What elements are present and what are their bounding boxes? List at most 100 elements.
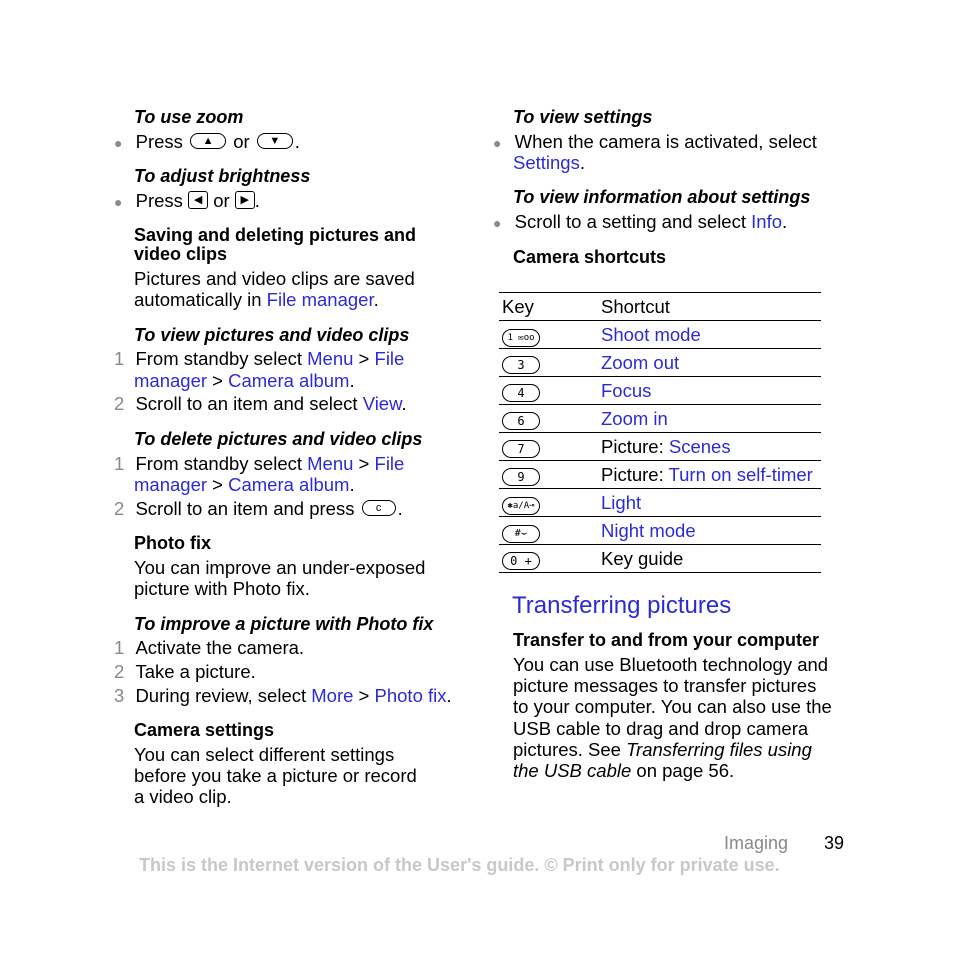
- list-item: ● Scroll to a setting and select Info.: [493, 211, 788, 232]
- file-link[interactable]: File: [375, 348, 405, 369]
- left-key-icon: ◀: [188, 191, 209, 210]
- heading-camera-shortcuts: Camera shortcuts: [513, 247, 667, 267]
- key-6-icon: 6: [502, 411, 540, 430]
- page-number: 39: [824, 833, 845, 853]
- info-link[interactable]: Info: [751, 211, 782, 232]
- list-item: ● Press ◀ or ▶.: [114, 190, 260, 211]
- step-item: 1 From standby select Menu > File: [114, 453, 405, 474]
- paragraph: You can use Bluetooth technology and: [513, 654, 829, 675]
- paragraph: before you take a picture or record: [134, 765, 417, 786]
- paragraph: You can improve an under-exposed: [134, 557, 426, 578]
- table-row: 6 Zoom in: [499, 404, 821, 433]
- light-link[interactable]: Light: [601, 492, 641, 513]
- key-1-icon: 1 ✉oo: [502, 328, 540, 347]
- bullet-icon: ●: [114, 194, 123, 210]
- paragraph: pictures. See Transferring files using: [513, 739, 812, 760]
- heading-view-settings: To view settings: [513, 107, 653, 127]
- down-key-icon: ▼: [256, 133, 293, 150]
- heading-saving-cont: video clips: [134, 244, 228, 264]
- step-item-cont: manager > Camera album.: [134, 370, 355, 391]
- night-mode-link[interactable]: Night mode: [601, 520, 696, 541]
- table-row: #⌣ Night mode: [499, 516, 821, 545]
- more-link[interactable]: More: [311, 685, 353, 706]
- heading-view-clips: To view pictures and video clips: [134, 325, 410, 345]
- heading-saving: Saving and deleting pictures and: [134, 225, 417, 245]
- table-row: 1 ✉oo Shoot mode: [499, 320, 821, 349]
- paragraph: You can select different settings: [134, 744, 395, 765]
- running-header-section: Imaging: [724, 833, 789, 853]
- heading-transfer-computer: Transfer to and from your computer: [513, 630, 820, 650]
- right-key-icon: ▶: [234, 191, 255, 210]
- usb-transfer-reference-cont: the USB cable: [513, 760, 632, 781]
- step-item: 2 Take a picture.: [114, 661, 256, 682]
- paragraph: USB cable to drag and drop camera: [513, 718, 809, 739]
- shoot-mode-link[interactable]: Shoot mode: [601, 324, 701, 345]
- step-item: 2 Scroll to an item and select View.: [114, 393, 407, 414]
- section-title-transferring: Transferring pictures: [512, 592, 732, 619]
- bullet-icon: ●: [114, 135, 123, 151]
- col-shortcut-header: Shortcut: [601, 292, 821, 321]
- paragraph: Pictures and video clips are saved: [134, 268, 415, 289]
- step-item: 2 Scroll to an item and press c.: [114, 498, 403, 519]
- self-timer-link[interactable]: Turn on self-timer: [669, 464, 813, 485]
- photo-fix-link[interactable]: Photo fix: [375, 685, 447, 706]
- key-star-icon: ✱a/A⊸: [502, 496, 540, 515]
- shortcuts-table: Key Shortcut 1 ✉oo Shoot mode 3 Zoom out…: [499, 292, 821, 573]
- heading-view-info: To view information about settings: [513, 187, 811, 207]
- list-item-cont: Settings.: [513, 152, 585, 173]
- table-row: 7 Picture: Scenes: [499, 432, 821, 461]
- key-3-icon: 3: [502, 355, 540, 374]
- camera-album-link[interactable]: Camera album: [228, 474, 349, 495]
- key-guide-text: Key guide: [601, 547, 684, 569]
- file-manager-link[interactable]: File manager: [267, 289, 374, 310]
- file-link[interactable]: File: [375, 453, 405, 474]
- key-7-icon: 7: [502, 439, 540, 458]
- c-key-icon: c: [361, 500, 396, 517]
- menu-link[interactable]: Menu: [307, 348, 353, 369]
- paragraph: a video clip.: [134, 786, 232, 807]
- key-0-icon: 0 +: [502, 551, 540, 570]
- up-key-icon: ▲: [190, 133, 227, 150]
- manager-link[interactable]: manager: [134, 474, 207, 495]
- table-row: 0 + Key guide: [499, 544, 821, 573]
- table-header-row: Key Shortcut: [499, 292, 821, 321]
- col-key-header: Key: [499, 292, 601, 321]
- usb-transfer-reference: Transferring files using: [626, 739, 812, 760]
- zoom-out-link[interactable]: Zoom out: [601, 352, 679, 373]
- zoom-in-link[interactable]: Zoom in: [601, 408, 668, 429]
- key-9-icon: 9: [502, 467, 540, 486]
- settings-link[interactable]: Settings: [513, 152, 580, 173]
- heading-use-zoom: To use zoom: [134, 107, 244, 127]
- view-link[interactable]: View: [363, 393, 402, 414]
- paragraph: automatically in File manager.: [134, 289, 379, 310]
- manager-link[interactable]: manager: [134, 370, 207, 391]
- heading-adjust-brightness: To adjust brightness: [134, 166, 311, 186]
- paragraph: picture messages to transfer pictures: [513, 675, 817, 696]
- table-row: ✱a/A⊸ Light: [499, 488, 821, 517]
- heading-camera-settings: Camera settings: [134, 720, 275, 740]
- key-hash-icon: #⌣: [502, 524, 540, 543]
- heading-improve-picture: To improve a picture with Photo fix: [134, 614, 434, 634]
- paragraph: the USB cable on page 56.: [513, 760, 735, 781]
- table-row: 3 Zoom out: [499, 348, 821, 377]
- footer-notice: This is the Internet version of the User…: [139, 855, 780, 875]
- heading-photo-fix: Photo fix: [134, 533, 211, 553]
- table-row: 9 Picture: Turn on self-timer: [499, 460, 821, 489]
- paragraph: to your computer. You can also use the: [513, 696, 832, 717]
- table-row: 4 Focus: [499, 376, 821, 405]
- step-item: 3 During review, select More > Photo fix…: [114, 685, 452, 706]
- bullet-icon: ●: [493, 215, 502, 231]
- step-item: 1 Activate the camera.: [114, 637, 305, 658]
- scenes-link[interactable]: Scenes: [669, 436, 731, 457]
- menu-link[interactable]: Menu: [307, 453, 353, 474]
- heading-delete-clips: To delete pictures and video clips: [134, 429, 423, 449]
- step-item: 1 From standby select Menu > File: [114, 348, 405, 369]
- key-4-icon: 4: [502, 383, 540, 402]
- list-item: ● Press ▲ or ▼.: [114, 131, 300, 152]
- focus-link[interactable]: Focus: [601, 380, 651, 401]
- camera-album-link[interactable]: Camera album: [228, 370, 349, 391]
- step-item-cont: manager > Camera album.: [134, 474, 355, 495]
- paragraph: picture with Photo fix.: [134, 578, 310, 599]
- list-item: ● When the camera is activated, select: [493, 131, 817, 152]
- bullet-icon: ●: [493, 135, 502, 151]
